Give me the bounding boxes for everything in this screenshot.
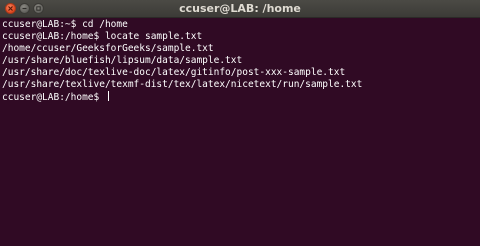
terminal-line: ccuser@LAB:~$ cd /home — [2, 19, 128, 30]
text-cursor — [107, 91, 109, 101]
terminal-prompt: ccuser@LAB:/home$ — [2, 92, 105, 103]
terminal-text: ccuser@LAB:~$ cd /home ccuser@LAB:/home$ … — [2, 19, 362, 103]
terminal-prompt-line[interactable]: ccuser@LAB:/home$ — [2, 91, 362, 103]
terminal-line: ccuser@LAB:/home$ locate sample.txt — [2, 31, 203, 42]
window-title: ccuser@LAB: /home — [179, 2, 301, 15]
terminal-line: /usr/share/texlive/texmf-dist/tex/latex/… — [2, 79, 363, 90]
terminal-window: ccuser@LAB: /home ccuser@LAB:~$ cd /home… — [0, 0, 480, 246]
terminal-output[interactable]: ccuser@LAB:~$ cd /home ccuser@LAB:/home$ … — [0, 18, 480, 246]
terminal-line: /usr/share/bluefish/lipsum/data/sample.t… — [2, 55, 243, 66]
terminal-line: /home/ccuser/GeeksforGeeks/sample.txt — [2, 43, 214, 54]
terminal-line: /usr/share/doc/texlive-doc/latex/gitinfo… — [2, 67, 346, 78]
title-bar[interactable]: ccuser@LAB: /home — [0, 0, 480, 18]
